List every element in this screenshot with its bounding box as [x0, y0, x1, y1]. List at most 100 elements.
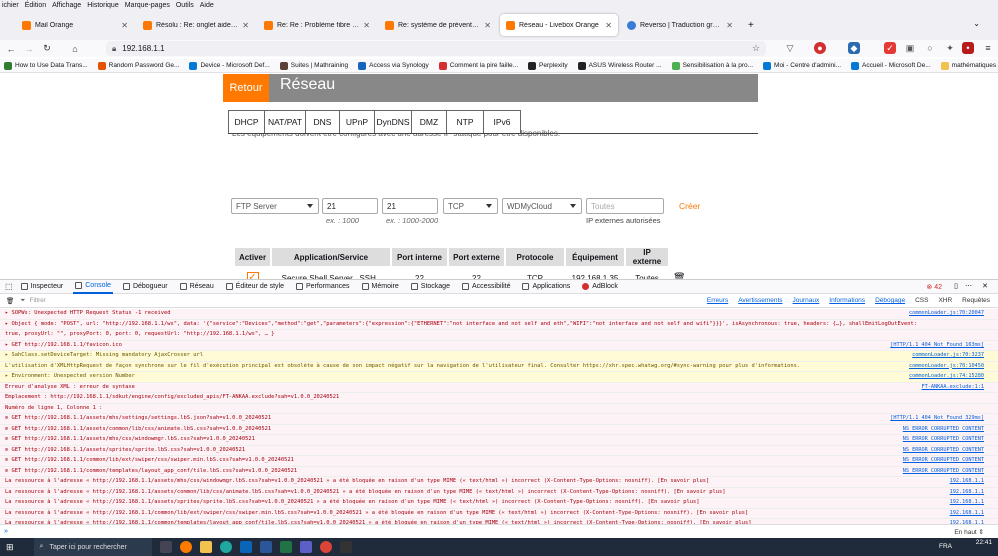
console-message[interactable]: ▸ SahClass.setDeviceTarget: Missing mand… — [0, 351, 998, 362]
bookmark-item[interactable]: Sensibilisation à la pro... — [671, 61, 753, 70]
console-message[interactable]: ⊘ GET http://192.168.1.1/assets/mhs/css/… — [0, 435, 998, 446]
pocket-icon[interactable]: ▽ — [784, 42, 796, 54]
enable-checkbox[interactable]: ✓ — [246, 272, 259, 279]
more-options-icon[interactable]: ⋯ — [965, 282, 972, 290]
filter-journaux[interactable]: Journaux — [791, 296, 822, 305]
console-message-source[interactable]: commonLoader.js:70:3237 — [912, 352, 984, 360]
edge-icon[interactable] — [219, 541, 232, 553]
console-message-source[interactable]: [HTTP/1.1 404 Not Found 329ms] — [890, 415, 984, 423]
browser-tab[interactable]: Résolu : Re: onglet aide et cont✕ — [137, 14, 255, 36]
console-message-source[interactable]: commonLoader.js:70:10450 — [909, 363, 984, 371]
close-devtools-icon[interactable]: ✕ — [982, 282, 988, 290]
tab-natpat[interactable]: NAT/PAT — [264, 110, 306, 134]
device-select[interactable]: WDMyCloud — [502, 198, 582, 214]
console-message[interactable]: true, proxyUrl: "", proxyPort: 0, port: … — [0, 330, 998, 341]
console-message-source[interactable]: NS_ERROR_CORRUPTED_CONTENT — [903, 457, 984, 465]
filter-erreurs[interactable]: Erreurs — [705, 296, 730, 305]
taskbar-search[interactable]: ⌕ Taper ici pour rechercher — [33, 538, 152, 556]
extension-icon[interactable]: ◆ — [848, 42, 860, 54]
console-message[interactable]: ▸ GET http://192.168.1.1/favicon.ico [HTT… — [0, 340, 998, 351]
console-message-source[interactable]: 192.168.1.1 — [950, 489, 984, 497]
bookmark-item[interactable]: Random Password Ge... — [97, 61, 179, 70]
bookmark-item[interactable]: Moi - Centre d'admini... — [763, 61, 841, 70]
console-message[interactable]: L'utilisation d'XMLHttpRequest de façon … — [0, 361, 998, 372]
close-icon[interactable]: ✕ — [726, 21, 733, 30]
filter-informations[interactable]: Informations — [827, 296, 867, 305]
adblock-icon[interactable]: ● — [814, 42, 826, 54]
console-message-source[interactable]: 192.168.1.1 — [950, 510, 984, 518]
console-message-source[interactable]: commonLoader.js:70:20047 — [909, 310, 984, 318]
browser-tab[interactable]: Reverso | Traduction gratuite, di✕ — [621, 14, 739, 36]
devtools-tab-performances[interactable]: Performances — [294, 280, 352, 294]
star-icon[interactable]: ☆ — [752, 43, 760, 54]
home-icon[interactable]: ⌂ — [68, 44, 82, 54]
devtools-tab-applications[interactable]: Applications — [520, 280, 572, 294]
console-input[interactable]: » En haut ⇕ — [0, 524, 998, 538]
console-message-source[interactable]: NS_ERROR_CORRUPTED_CONTENT — [903, 447, 984, 455]
error-count-badge[interactable]: ⊗ 42 — [926, 283, 942, 291]
close-icon[interactable]: ✕ — [363, 21, 370, 30]
chrome-icon[interactable] — [319, 541, 332, 553]
close-icon[interactable]: ✕ — [242, 21, 249, 30]
firefox-icon[interactable] — [179, 541, 192, 553]
console-message-source[interactable]: [HTTP/1.1 404 Not Found 163ms] — [890, 342, 984, 350]
lock-icon[interactable]: 🔒︎ — [112, 44, 116, 54]
bookmark-item[interactable]: Comment la pire faille... — [438, 61, 518, 70]
browser-tab[interactable]: Mail Orange ✕ — [16, 14, 134, 36]
back-button[interactable]: Retour — [223, 74, 269, 102]
console-message[interactable]: La ressource à l'adresse « http://192.16… — [0, 498, 998, 509]
tab-ntp[interactable]: NTP — [446, 110, 484, 134]
lastpass-icon[interactable]: • — [962, 42, 974, 54]
filter-css[interactable]: CSS — [913, 296, 930, 305]
console-message-source[interactable]: 192.168.1.1 — [950, 499, 984, 507]
console-message[interactable]: Numéro de ligne 1, Colonne 1 : — [0, 403, 998, 414]
menu-item[interactable]: Outils — [176, 2, 194, 9]
bookmark-item[interactable]: How to Use Data Trans... — [4, 61, 88, 70]
devtools-tab--diteur-de-style[interactable]: Éditeur de style — [224, 280, 286, 294]
devtools-tab-adblock[interactable]: AdBlock — [580, 280, 620, 294]
bookmark-item[interactable]: Device - Microsoft Def... — [189, 61, 270, 70]
filter-xhr[interactable]: XHR — [936, 296, 954, 305]
close-icon[interactable]: ✕ — [484, 21, 491, 30]
bookmark-item[interactable]: ASUS Wireless Router ... — [577, 61, 662, 70]
external-port-input[interactable]: 21 — [382, 198, 438, 214]
menu-item[interactable]: Marque-pages — [125, 2, 170, 9]
bookmark-item[interactable]: Accueil - Microsoft De... — [851, 61, 931, 70]
console-message[interactable]: ⊘ GET http://192.168.1.1/common/template… — [0, 466, 998, 477]
trash-icon[interactable]: 🗑︎ — [6, 297, 14, 305]
filter-requêtes[interactable]: Requêtes — [960, 296, 992, 305]
console-message[interactable]: ▸ SOPWs: Unexpected HTTP Request Status … — [0, 309, 998, 320]
bookmark-item[interactable]: Suites | Mathraining — [279, 61, 348, 70]
devtools-tab-r-seau[interactable]: Réseau — [178, 280, 216, 294]
console-message[interactable]: ⊘ GET http://192.168.1.1/common/lib/ext/… — [0, 456, 998, 467]
close-icon[interactable]: ✕ — [121, 21, 128, 30]
internal-port-input[interactable]: 21 — [322, 198, 378, 214]
console-message-source[interactable]: NS_ERROR_CORRUPTED_CONTENT — [903, 468, 984, 476]
scroll-to-top-button[interactable]: En haut ⇕ — [954, 528, 984, 536]
clock[interactable]: 22:41 — [976, 539, 992, 547]
windows-start-icon[interactable]: ⊞ — [6, 542, 14, 553]
console-message-source[interactable]: NS_ERROR_CORRUPTED_CONTENT — [903, 426, 984, 434]
filter-input[interactable]: Filtrer — [29, 297, 704, 304]
list-all-tabs-icon[interactable]: ⌄ — [973, 19, 980, 28]
console-message[interactable]: ⊘ GET http://192.168.1.1/assets/sprites/… — [0, 445, 998, 456]
console-message-source[interactable]: 192.168.1.1 — [950, 478, 984, 486]
create-button[interactable]: Créer — [679, 201, 700, 211]
console-message[interactable]: Erreur d'analyse XML : erreur de syntaxe… — [0, 382, 998, 393]
explorer-icon[interactable] — [199, 541, 212, 553]
menu-item[interactable]: Édition — [25, 2, 46, 9]
terminal-icon[interactable] — [339, 541, 352, 553]
word-icon[interactable] — [259, 541, 272, 553]
teams-icon[interactable] — [299, 541, 312, 553]
account-icon[interactable]: ○ — [924, 42, 936, 54]
devtools-tab-accessibilit-[interactable]: Accessibilité — [460, 280, 513, 294]
menu-item[interactable]: Affichage — [52, 2, 81, 9]
devtools-tab-m-moire[interactable]: Mémoire — [360, 280, 401, 294]
devtools-tab-d-bogueur[interactable]: Débogueur — [121, 280, 170, 294]
tab-upnp[interactable]: UPnP — [339, 110, 375, 134]
console-message[interactable]: ▸ Environment: Unexpected version Number… — [0, 372, 998, 383]
tab-ipv6[interactable]: IPv6 — [483, 110, 521, 134]
console-message-source[interactable]: NS_ERROR_CORRUPTED_CONTENT — [903, 436, 984, 444]
console-message-source[interactable]: FT-ANKAA.exclude:1:1 — [922, 384, 984, 392]
browser-tab[interactable]: Réseau - Livebox Orange ✕ — [500, 14, 618, 36]
